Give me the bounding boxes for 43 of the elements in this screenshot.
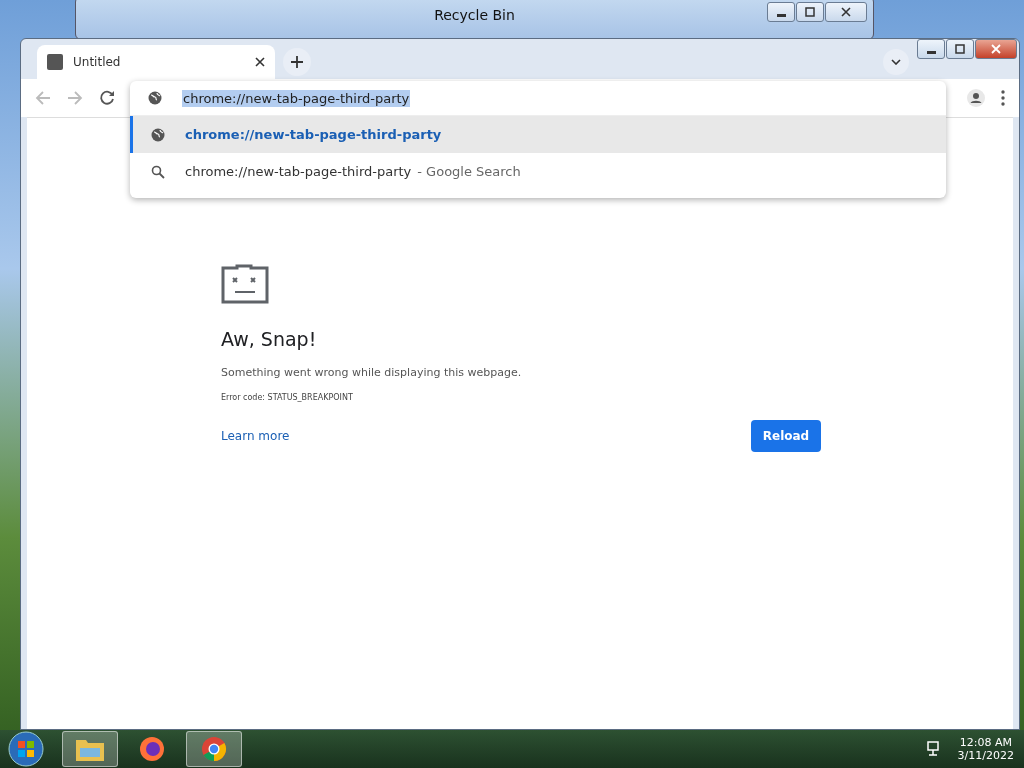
close-icon[interactable]	[255, 57, 265, 67]
minimize-icon	[776, 14, 786, 17]
window-title: Recycle Bin	[434, 7, 515, 23]
globe-icon	[148, 91, 162, 105]
reload-button[interactable]	[99, 90, 115, 106]
close-icon	[991, 44, 1001, 54]
new-tab-button[interactable]	[283, 48, 311, 76]
maximize-icon	[805, 7, 815, 17]
error-heading: Aw, Snap!	[221, 328, 317, 350]
clock-time: 12:08 AM	[959, 736, 1012, 749]
taskbar-app-button[interactable]	[62, 731, 118, 767]
maximize-icon	[955, 44, 965, 54]
suggestion-item[interactable]: chrome://new-tab-page-third-party - Google Search	[130, 153, 946, 190]
tab-search-button[interactable]	[883, 49, 909, 75]
minimize-button[interactable]	[917, 39, 945, 59]
globe-icon	[151, 127, 165, 142]
error-code: Error code: STATUS_BREAKPOINT	[221, 393, 353, 402]
taskbar-app-button[interactable]	[186, 731, 242, 767]
suggestion-item[interactable]: chrome://new-tab-page-third-party	[130, 116, 946, 153]
browser-logo-icon	[200, 735, 228, 763]
chevron-down-icon	[891, 59, 901, 65]
reload-button[interactable]: Reload	[751, 420, 821, 452]
minimize-icon	[926, 51, 936, 54]
browser-tab[interactable]: Untitled	[37, 45, 275, 79]
maximize-button[interactable]	[946, 39, 974, 59]
page-icon	[47, 54, 63, 70]
fox-globe-icon	[138, 735, 166, 763]
sad-folder-icon	[221, 264, 269, 304]
url-text: chrome://new-tab-page-third-party	[182, 89, 411, 107]
error-message: Something went wrong while displaying this webpage.	[221, 366, 522, 379]
clock-date: 3/11/2022	[957, 749, 1014, 762]
minimize-button[interactable]	[767, 2, 795, 22]
network-icon[interactable]	[925, 741, 942, 757]
menu-icon[interactable]	[1001, 90, 1005, 106]
close-icon	[841, 7, 851, 17]
search-icon	[151, 164, 165, 179]
close-button[interactable]	[825, 2, 867, 22]
plus-icon	[291, 56, 303, 68]
start-button[interactable]	[8, 731, 44, 767]
learn-more-link[interactable]: Learn more	[221, 429, 290, 443]
close-button[interactable]	[975, 39, 1017, 59]
maximize-button[interactable]	[796, 2, 824, 22]
profile-icon[interactable]	[967, 89, 985, 107]
